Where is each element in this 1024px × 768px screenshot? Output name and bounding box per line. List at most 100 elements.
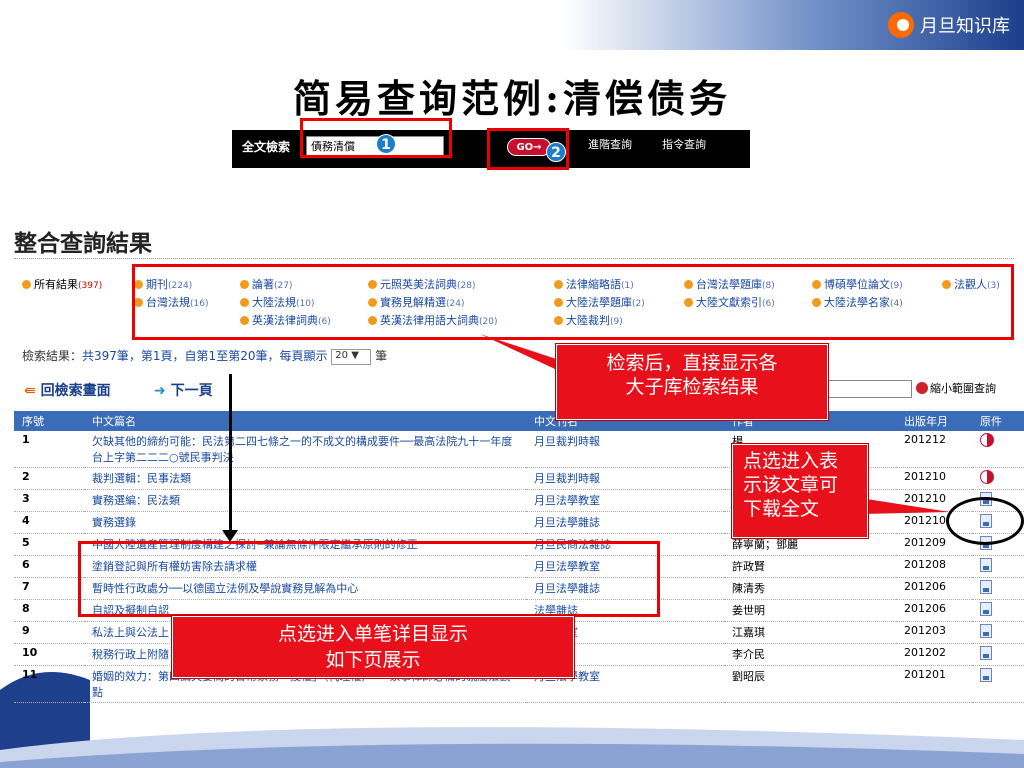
restricted-icon[interactable] [980, 433, 994, 447]
row-original-cell [972, 621, 1024, 644]
row-title-link[interactable]: 欠缺其他的締約可能：民法第二四七條之一的不成文的構成要件──最高法院九十一年度台… [84, 431, 526, 468]
row-title-link[interactable]: 實務選錄 [84, 511, 526, 534]
brand: 月旦知识库 [888, 12, 1010, 38]
row-date: 201212 [896, 431, 972, 468]
arrow-circle-icon [916, 382, 928, 394]
row-number: 10 [14, 643, 84, 666]
table-row[interactable]: 2裁判選輯：民事法類月旦裁判時報編201210 [14, 467, 1024, 490]
row-author: 陳清秀 [724, 577, 896, 600]
divider [14, 258, 1014, 259]
highlight-categories [132, 264, 1014, 340]
row-number: 9 [14, 621, 84, 644]
search-bar-label: 全文檢索 [242, 140, 291, 154]
row-number: 2 [14, 467, 84, 490]
row-original-cell [972, 555, 1024, 578]
category-all[interactable]: 所有結果(397) [22, 276, 102, 292]
row-date: 201206 [896, 599, 972, 622]
fulltext-download-icon[interactable] [980, 580, 992, 594]
back-arrow-icon: ⇚ [24, 383, 41, 399]
row-number: 11 [14, 665, 84, 703]
status-summary: 共397筆，第1頁，自第1至第20筆，每頁顯示 [82, 349, 328, 363]
callout-line: 检索后，直接显示各 [606, 352, 778, 374]
highlight-search-input [300, 118, 452, 158]
row-publication-link[interactable]: 月旦裁判時報 [526, 431, 724, 468]
fulltext-download-icon[interactable] [980, 668, 992, 682]
fulltext-download-icon[interactable] [980, 558, 992, 572]
command-search-link[interactable]: 指令查詢 [662, 136, 706, 152]
row-original-cell [972, 431, 1024, 468]
bullet-icon [22, 280, 31, 289]
row-date: 201201 [896, 665, 972, 703]
callout-pointer-2 [860, 498, 950, 514]
col-header-no: 序號 [14, 411, 84, 431]
highlight-rows [78, 541, 660, 617]
brand-logo-icon [888, 12, 914, 38]
row-number: 8 [14, 599, 84, 622]
pointer-arrowhead [222, 530, 238, 542]
row-author: 江嘉琪 [724, 621, 896, 644]
results-heading: 整合查詢結果 [14, 231, 152, 257]
next-arrow-icon: ➜ [154, 383, 171, 399]
callout-download: 点选进入表 示该文章可 下载全文 [731, 443, 869, 539]
row-publication-link[interactable]: 月旦裁判時報 [526, 467, 724, 490]
fulltext-download-icon[interactable] [980, 602, 992, 616]
row-author: 劉昭辰 [724, 665, 896, 703]
slide-top-band [0, 0, 1024, 50]
row-date: 201206 [896, 577, 972, 600]
row-number: 1 [14, 431, 84, 468]
row-original-cell [972, 643, 1024, 666]
row-number: 7 [14, 577, 84, 600]
highlight-ellipse [946, 497, 1024, 545]
fulltext-download-icon[interactable] [980, 646, 992, 660]
callout-line: 点选进入单笔详目显示 [277, 623, 468, 645]
row-date: 201203 [896, 621, 972, 644]
table-header-row: 序號 中文篇名 中文刊名 作者 出版年月 原件 [14, 411, 1024, 431]
col-header-original: 原件 [972, 411, 1024, 431]
row-original-cell [972, 665, 1024, 703]
callout-line: 下载全文 [743, 498, 820, 520]
narrow-search-button[interactable]: 縮小範圍查詢 [916, 380, 996, 396]
row-number: 3 [14, 489, 84, 512]
slide-title: 简易查询范例:清偿债务 [292, 76, 732, 121]
category-count: (397) [78, 281, 103, 291]
results-status: 檢索結果：共397筆，第1頁，自第1至第20筆，每頁顯示 20 ▼ 筆 [22, 347, 387, 365]
row-title-link[interactable]: 實務選編：民法類 [84, 489, 526, 512]
row-original-cell [972, 467, 1024, 490]
callout-line: 大子库检索结果 [625, 376, 759, 398]
col-header-title: 中文篇名 [84, 411, 526, 431]
back-label: 回檢索畫面 [40, 383, 111, 399]
row-original-cell [972, 599, 1024, 622]
narrow-search-label: 縮小範圍查詢 [930, 382, 996, 395]
category-label: 所有結果 [34, 278, 78, 291]
brand-name: 月旦知识库 [920, 16, 1010, 37]
callout-line: 示该文章可 [743, 474, 839, 496]
callout-detail: 点选进入单笔详目显示 如下页展示 [171, 615, 575, 679]
fulltext-download-icon[interactable] [980, 624, 992, 638]
pointer-line [229, 374, 232, 534]
back-to-search-link[interactable]: ⇚ 回檢索畫面 [24, 380, 111, 400]
advanced-search-link[interactable]: 進階查詢 [588, 136, 632, 152]
row-publication-link[interactable]: 月旦法學教室 [526, 489, 724, 512]
col-header-date: 出版年月 [896, 411, 972, 431]
row-author: 李介民 [724, 643, 896, 666]
row-number: 6 [14, 555, 84, 578]
callout-line: 如下页展示 [325, 649, 421, 671]
restricted-icon[interactable] [980, 470, 994, 484]
status-prefix: 檢索結果： [22, 349, 83, 363]
highlight-go-button [487, 128, 569, 170]
row-number: 5 [14, 533, 84, 556]
row-number: 4 [14, 511, 84, 534]
page-size-select[interactable]: 20 ▼ [331, 348, 372, 365]
status-suffix: 筆 [375, 349, 388, 363]
row-title-link[interactable]: 裁判選輯：民事法類 [84, 467, 526, 490]
row-author: 姜世明 [724, 599, 896, 622]
row-publication-link[interactable]: 月旦法學雜誌 [526, 511, 724, 534]
next-page-link[interactable]: ➜ 下一頁 [154, 380, 213, 400]
row-date: 201208 [896, 555, 972, 578]
row-date: 201202 [896, 643, 972, 666]
callout-subdb-results: 检索后，直接显示各 大子库检索结果 [555, 343, 829, 421]
table-row[interactable]: 1 欠缺其他的締約可能：民法第二四七條之一的不成文的構成要件──最高法院九十一年度… [14, 431, 1024, 468]
row-original-cell [972, 577, 1024, 600]
callout-line: 点选进入表 [743, 450, 839, 472]
row-date: 201210 [896, 467, 972, 490]
